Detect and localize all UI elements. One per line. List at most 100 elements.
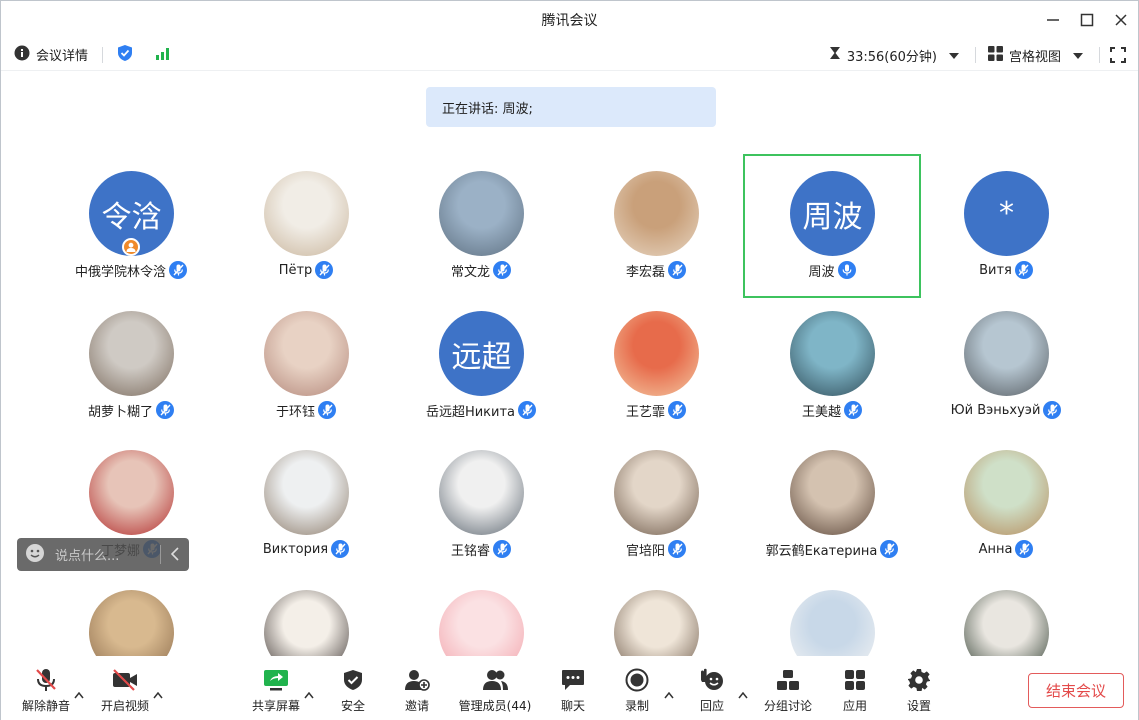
share-screen-label: 共享屏幕 — [251, 699, 300, 713]
participant-tile[interactable]: 王艺霏 — [569, 296, 743, 436]
apps-button[interactable]: 应用 — [837, 666, 873, 714]
avatar-photo — [89, 450, 174, 535]
participant-tile[interactable] — [44, 575, 218, 656]
participant-tile[interactable] — [919, 575, 1093, 656]
settings-button[interactable]: 设置 — [901, 666, 937, 714]
end-meeting-button[interactable]: 结束会议 — [1028, 673, 1124, 708]
avatar — [790, 590, 875, 656]
reactions-button[interactable]: 回应 — [694, 666, 730, 714]
avatar — [89, 311, 174, 396]
speaking-banner: 正在讲话: 周波; — [426, 87, 716, 127]
participant-tile[interactable]: Анна — [919, 435, 1093, 575]
participant-tile[interactable]: 郭云鹤Екатерина — [745, 435, 919, 575]
collapse-chevron-icon[interactable] — [170, 546, 179, 565]
participant-name: 周波 — [808, 264, 835, 280]
avatar-photo — [964, 450, 1049, 535]
meeting-details-link[interactable]: 会议详情 — [36, 45, 88, 64]
avatar — [790, 311, 875, 396]
manage-members-label: 管理成员(44) — [458, 699, 532, 713]
chat-button[interactable]: 聊天 — [555, 666, 591, 714]
window-title: 腾讯会议 — [541, 13, 598, 29]
chat-quick-input[interactable]: 说点什么... — [17, 538, 189, 571]
meeting-timer[interactable]: 33:56(60分钟) — [829, 46, 963, 65]
minimize-icon[interactable] — [1036, 1, 1070, 39]
breakout-label: 分组讨论 — [763, 699, 812, 713]
participant-name-row: 常文龙 — [394, 259, 568, 281]
participant-tile[interactable]: Пётр — [219, 156, 393, 296]
mic-muted-icon — [318, 401, 336, 419]
window-controls — [1036, 1, 1138, 39]
title-bar: 腾讯会议 — [1, 1, 1138, 39]
reactions-label: 回应 — [699, 699, 724, 713]
chevron-up-icon[interactable] — [664, 684, 674, 703]
mic-muted-icon — [668, 540, 686, 558]
chevron-up-icon[interactable] — [738, 684, 748, 703]
participant-tile[interactable]: 官培阳 — [569, 435, 743, 575]
mic-muted-icon — [1015, 540, 1034, 558]
mic-active-icon — [837, 261, 856, 279]
participant-tile[interactable]: 李宏磊 — [569, 156, 743, 296]
participant-tile[interactable]: 王美越 — [745, 296, 919, 436]
participant-name: 王铭睿 — [450, 543, 490, 559]
avatar-photo — [614, 590, 699, 656]
avatar-photo — [89, 590, 174, 656]
emoji-icon[interactable] — [25, 543, 45, 567]
participant-tile[interactable] — [394, 575, 568, 656]
participant-tile[interactable]: 令浛 中俄学院林令浛 — [44, 156, 218, 296]
participant-tile[interactable]: Виктория — [219, 435, 393, 575]
chevron-up-icon[interactable] — [74, 684, 84, 703]
chevron-down-icon[interactable] — [1073, 48, 1083, 63]
avatar-photo — [964, 590, 1049, 656]
avatar-photo — [790, 311, 875, 396]
avatar-photo — [614, 311, 699, 396]
start-video-button[interactable]: 开启视频 — [97, 666, 153, 714]
add-user-icon — [404, 666, 430, 694]
avatar-photo — [964, 311, 1049, 396]
security-button[interactable]: 安全 — [335, 666, 371, 714]
fullscreen-icon[interactable] — [1110, 47, 1138, 63]
participant-tile[interactable]: 于环钰 — [219, 296, 393, 436]
avatar-photo — [264, 450, 349, 535]
participant-tile[interactable]: * Витя — [919, 156, 1093, 296]
participant-tile[interactable] — [569, 575, 743, 656]
manage-members-button[interactable]: 管理成员(44) — [453, 666, 537, 714]
share-screen-button[interactable]: 共享屏幕 — [248, 666, 304, 714]
participant-name: 岳远超Никита — [425, 404, 516, 420]
participant-tile[interactable]: 远超 岳远超Никита — [394, 296, 568, 436]
start-video-label: 开启视频 — [100, 699, 149, 713]
record-button[interactable]: 录制 — [619, 666, 655, 714]
maximize-icon[interactable] — [1070, 1, 1104, 39]
participant-name-row: 官培阳 — [569, 538, 743, 560]
participant-name: 李宏磊 — [625, 264, 665, 280]
invite-button[interactable]: 邀请 — [399, 666, 435, 714]
participant-tile[interactable]: Юй Вэньхуэй — [919, 296, 1093, 436]
participant-tile[interactable]: 胡萝卜糊了 — [44, 296, 218, 436]
settings-label: 设置 — [906, 699, 931, 713]
info-icon[interactable] — [14, 45, 30, 65]
participant-tile[interactable]: 常文龙 — [394, 156, 568, 296]
participant-tile[interactable]: 王铭睿 — [394, 435, 568, 575]
share-screen-icon — [263, 666, 289, 694]
breakout-rooms-button[interactable]: 分组讨论 — [760, 666, 816, 714]
signal-icon[interactable] — [155, 45, 171, 64]
participant-name-row: 中俄学院林令浛 — [44, 259, 218, 281]
avatar-initials: 周波 — [802, 199, 863, 235]
mic-muted-icon — [169, 261, 187, 279]
security-label: 安全 — [340, 699, 365, 713]
participant-name-row: Витя — [919, 259, 1093, 281]
participant-name: Юй Вэньхуэй — [950, 402, 1041, 418]
chevron-down-icon[interactable] — [948, 48, 959, 63]
participant-tile[interactable]: 周波 周波 — [743, 154, 921, 298]
mic-muted-icon — [668, 401, 686, 419]
participant-name-row: Пётр — [219, 259, 393, 281]
close-icon[interactable] — [1104, 1, 1138, 39]
shield-icon[interactable] — [117, 44, 133, 66]
chevron-up-icon[interactable] — [153, 684, 163, 703]
avatar: * — [964, 171, 1049, 256]
chevron-up-icon[interactable] — [304, 684, 314, 703]
view-mode-selector[interactable]: 宫格视图 — [987, 45, 1087, 65]
unmute-button[interactable]: 解除静音 — [18, 666, 74, 714]
participant-tile[interactable] — [219, 575, 393, 656]
chat-placeholder[interactable]: 说点什么... — [55, 545, 119, 564]
participant-tile[interactable] — [745, 575, 919, 656]
